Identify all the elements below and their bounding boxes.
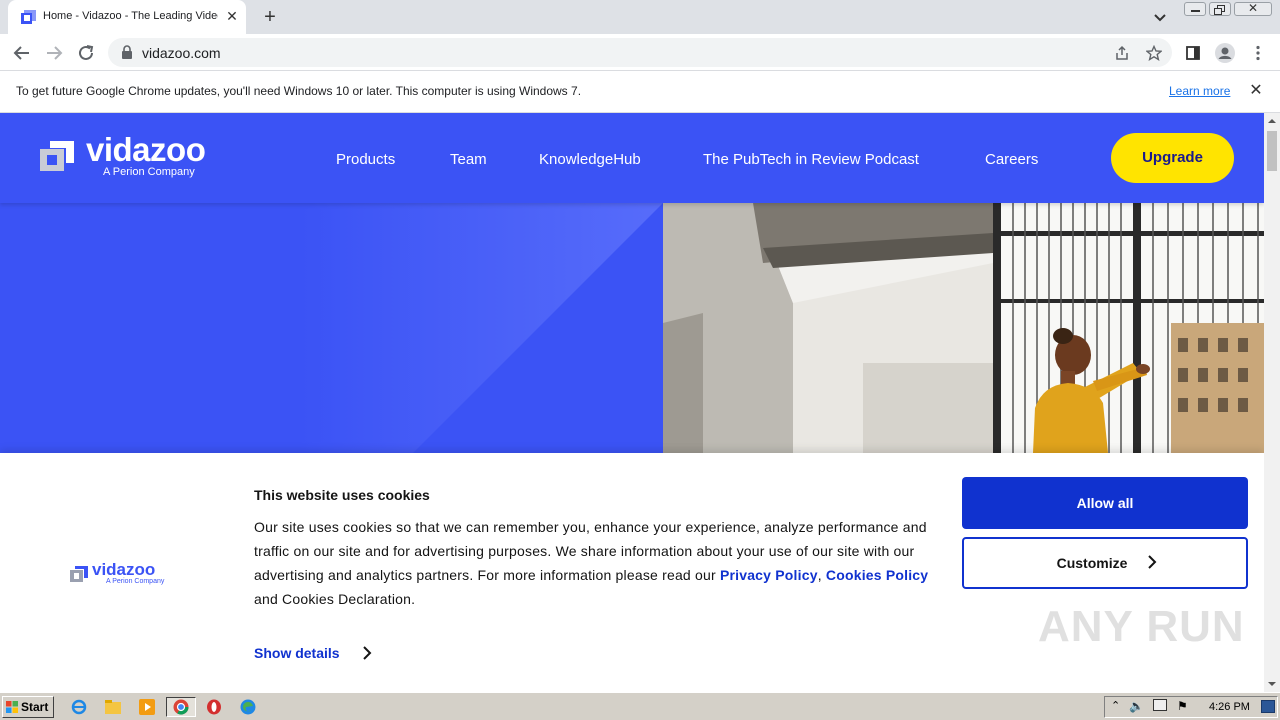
infobar-close-icon[interactable]: ✕ <box>1246 81 1266 101</box>
upgrade-button[interactable]: Upgrade <box>1111 133 1234 183</box>
allow-all-button[interactable]: Allow all <box>962 477 1248 529</box>
new-tab-icon[interactable]: + <box>258 5 282 29</box>
taskbar-clock[interactable]: 4:26 PM <box>1209 701 1250 713</box>
tab-search-chevron-icon[interactable] <box>1150 7 1170 27</box>
hero-diagonal-shape <box>300 203 663 453</box>
internet-explorer-icon[interactable] <box>68 697 90 717</box>
tab-strip: Home - Vidazoo - The Leading Video ✕ + ✕ <box>0 0 1280 34</box>
browser-toolbar: vidazoo.com <box>0 34 1280 71</box>
vidazoo-favicon-icon <box>21 10 36 24</box>
nav-team[interactable]: Team <box>450 151 487 168</box>
page-viewport: vidazoo A Perion Company Products Team K… <box>0 113 1264 692</box>
logo-wordmark[interactable]: vidazoo <box>86 131 206 169</box>
hero-video-image[interactable] <box>663 203 1264 453</box>
restore-window-icon[interactable] <box>1209 2 1231 16</box>
cookie-title: This website uses cookies <box>254 487 430 503</box>
kebab-menu-icon[interactable] <box>1247 42 1269 64</box>
windows-logo-icon <box>6 701 18 713</box>
tab-title: Home - Vidazoo - The Leading Video <box>43 10 218 22</box>
tray-expand-icon[interactable]: ⌃ <box>1111 699 1120 712</box>
cookie-logo-mark-icon <box>70 566 88 582</box>
opera-icon[interactable] <box>203 697 225 717</box>
network-icon[interactable] <box>1153 699 1167 711</box>
cookie-logo-wordmark: vidazoo <box>92 560 156 579</box>
file-explorer-icon[interactable] <box>102 697 124 717</box>
learn-more-link[interactable]: Learn more <box>1169 84 1230 98</box>
cookie-body-text: Our site uses cookies so that we can rem… <box>254 515 944 611</box>
cookie-body-comma: , <box>817 567 822 583</box>
anyrun-watermark: ANY RUN <box>1038 602 1245 651</box>
bookmark-star-icon[interactable] <box>1143 42 1165 64</box>
vidazoo-logo-mark-icon[interactable] <box>40 141 74 171</box>
page-scrollbar[interactable] <box>1264 113 1280 692</box>
windows-taskbar: Start ⌃ 🔈 ⚑ 4:26 PM <box>0 692 1280 720</box>
show-details-link[interactable]: Show details <box>254 645 340 661</box>
nav-knowledgehub[interactable]: KnowledgeHub <box>539 151 641 168</box>
show-desktop-icon[interactable] <box>1261 700 1275 713</box>
privacy-policy-link[interactable]: Privacy Policy <box>720 567 818 583</box>
scroll-up-arrow-icon[interactable] <box>1264 113 1280 129</box>
chevron-right-icon[interactable] <box>360 644 374 662</box>
nav-podcast[interactable]: The PubTech in Review Podcast <box>703 151 919 168</box>
cookies-policy-link[interactable]: Cookies Policy <box>826 567 928 583</box>
browser-tab[interactable]: Home - Vidazoo - The Leading Video ✕ <box>8 0 246 34</box>
start-button[interactable]: Start <box>2 696 54 718</box>
infobar-message: To get future Google Chrome updates, you… <box>16 84 582 98</box>
lock-icon[interactable] <box>120 45 134 60</box>
nav-products[interactable]: Products <box>336 151 395 168</box>
profile-avatar-icon[interactable] <box>1214 42 1236 64</box>
scrollbar-thumb[interactable] <box>1267 131 1277 171</box>
system-tray: ⌃ 🔈 ⚑ 4:26 PM <box>1104 696 1278 718</box>
customize-button[interactable]: Customize <box>962 537 1248 589</box>
hero-video-frame <box>663 203 1264 453</box>
edge-icon[interactable] <box>237 697 259 717</box>
forward-arrow-icon[interactable] <box>43 42 65 64</box>
action-center-flag-icon[interactable]: ⚑ <box>1177 699 1188 713</box>
close-window-icon[interactable]: ✕ <box>1234 1 1272 16</box>
reload-icon[interactable] <box>75 42 97 64</box>
hero-panel <box>0 203 663 453</box>
url-text[interactable]: vidazoo.com <box>142 45 221 61</box>
side-panel-icon[interactable] <box>1182 42 1204 64</box>
cookie-banner: vidazoo A Perion Company This website us… <box>0 453 1264 692</box>
start-label: Start <box>21 700 49 714</box>
minimize-window-icon[interactable] <box>1184 2 1206 16</box>
chrome-taskbar-icon[interactable] <box>166 697 196 717</box>
nav-careers[interactable]: Careers <box>985 151 1038 168</box>
cookie-body-after: and Cookies Declaration. <box>254 591 416 607</box>
media-player-icon[interactable] <box>136 697 158 717</box>
share-icon[interactable] <box>1111 42 1133 64</box>
logo-tagline: A Perion Company <box>103 166 195 178</box>
volume-icon[interactable]: 🔈 <box>1129 699 1144 713</box>
chevron-right-icon[interactable] <box>1146 554 1158 570</box>
scroll-down-arrow-icon[interactable] <box>1264 676 1280 692</box>
back-arrow-icon[interactable] <box>11 42 33 64</box>
customize-label: Customize <box>1056 555 1128 571</box>
site-header: vidazoo A Perion Company Products Team K… <box>0 113 1264 203</box>
address-bar[interactable]: vidazoo.com <box>108 38 1172 67</box>
update-infobar: To get future Google Chrome updates, you… <box>0 71 1280 113</box>
cookie-logo-tagline: A Perion Company <box>106 578 165 585</box>
tab-close-icon[interactable]: ✕ <box>223 7 241 25</box>
